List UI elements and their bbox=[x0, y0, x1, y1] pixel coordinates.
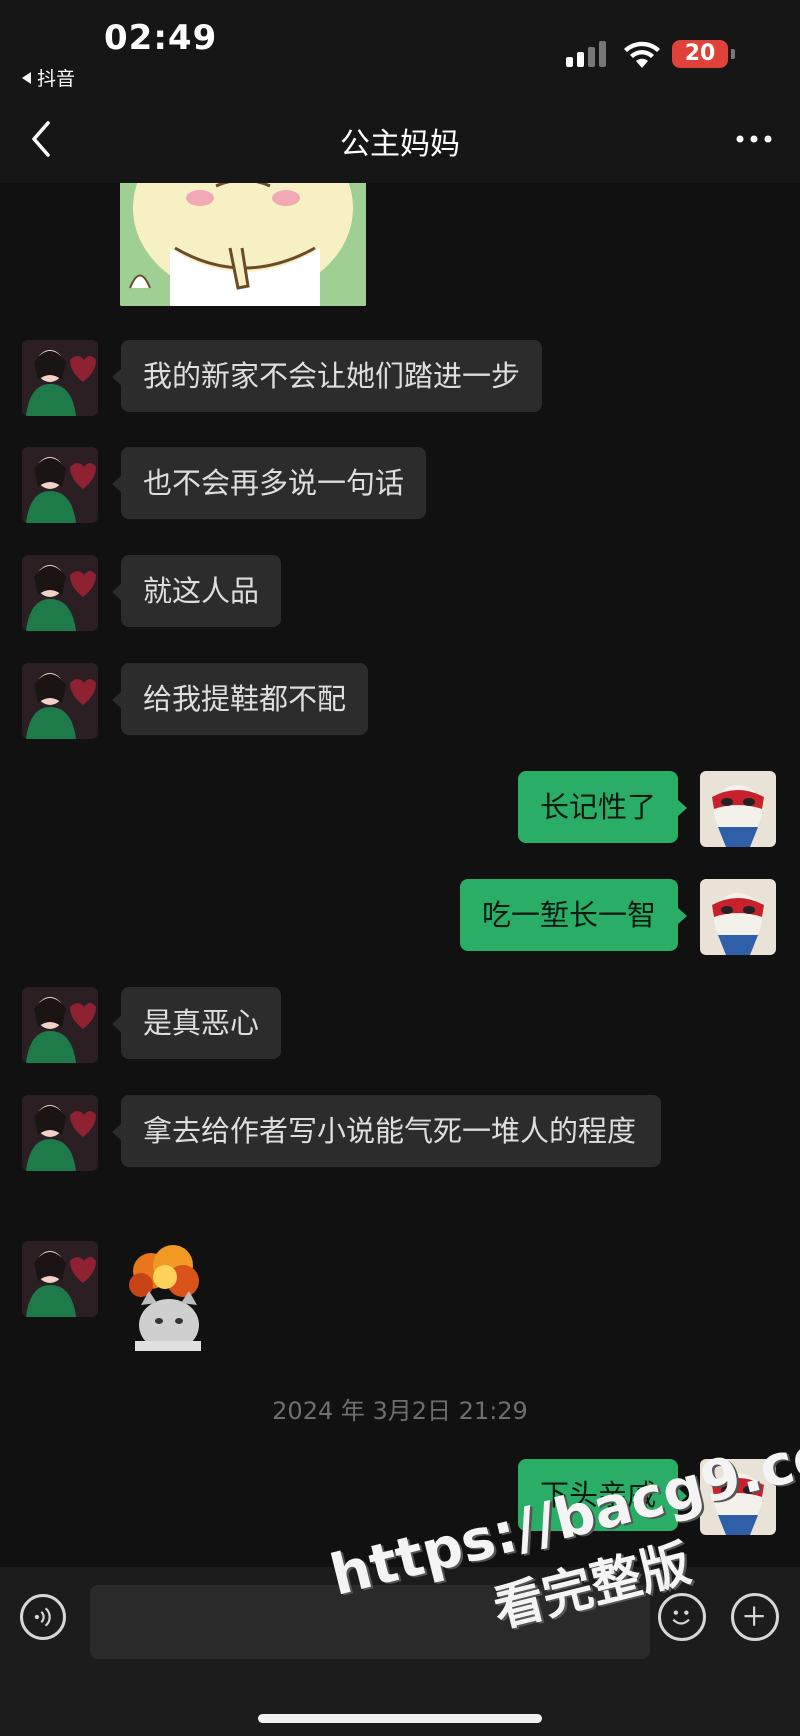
plus-icon[interactable] bbox=[731, 1593, 779, 1641]
contact-avatar[interactable] bbox=[22, 1241, 98, 1317]
battery-cap bbox=[731, 49, 735, 59]
contact-avatar[interactable] bbox=[22, 340, 98, 416]
input-bar bbox=[0, 1567, 800, 1736]
back-triangle-icon bbox=[22, 72, 31, 84]
message-input[interactable] bbox=[90, 1585, 650, 1659]
explosion-cat-sticker[interactable] bbox=[121, 1241, 211, 1351]
message-bubble-self[interactable]: 长记性了 bbox=[517, 771, 688, 843]
self-avatar[interactable] bbox=[700, 1459, 776, 1535]
chat-timestamp: 2024 年 3月2日 21:29 bbox=[272, 1397, 528, 1425]
battery-indicator: 20 bbox=[672, 40, 728, 68]
message-bubble[interactable]: 我的新家不会让她们踏进一步 bbox=[111, 340, 543, 412]
cartoon-sticker-image[interactable] bbox=[120, 183, 366, 306]
voice-icon[interactable] bbox=[20, 1594, 66, 1640]
back-app-label: 抖音 bbox=[37, 68, 76, 90]
more-dots-icon[interactable] bbox=[734, 121, 774, 157]
emoji-icon[interactable] bbox=[658, 1593, 706, 1641]
message-list[interactable]: 我的新家不会让她们踏进一步 也不会再多说一句话 就这人品 给我提鞋都不配 长记性… bbox=[0, 183, 800, 1567]
home-indicator[interactable] bbox=[258, 1714, 542, 1723]
contact-avatar[interactable] bbox=[22, 987, 98, 1063]
message-bubble[interactable]: 也不会再多说一句话 bbox=[111, 447, 427, 519]
chat-screen: 02:49 抖音 20 公主妈妈 我的新家不会让她们踏进一步 也不会再多说一句话… bbox=[0, 0, 800, 1736]
message-bubble-self[interactable]: 吃一堑长一智 bbox=[459, 879, 688, 951]
message-bubble[interactable]: 就这人品 bbox=[111, 555, 282, 627]
self-avatar[interactable] bbox=[700, 771, 776, 847]
contact-avatar[interactable] bbox=[22, 447, 98, 523]
nav-bar: 公主妈妈 bbox=[0, 95, 800, 183]
self-avatar[interactable] bbox=[700, 879, 776, 955]
contact-avatar[interactable] bbox=[22, 663, 98, 739]
message-bubble[interactable]: 是真恶心 bbox=[111, 987, 282, 1059]
wifi-icon bbox=[624, 41, 660, 68]
contact-avatar[interactable] bbox=[22, 555, 98, 631]
signal-icon bbox=[566, 41, 608, 67]
message-bubble[interactable]: 拿去给作者写小说能气死一堆人的程度 bbox=[112, 1095, 661, 1167]
status-bar: 02:49 抖音 20 bbox=[0, 0, 800, 95]
contact-avatar[interactable] bbox=[22, 1095, 98, 1171]
chat-title: 公主妈妈 bbox=[340, 127, 460, 162]
back-to-app-link[interactable]: 抖音 bbox=[22, 64, 75, 91]
status-time: 02:49 bbox=[104, 18, 218, 58]
message-bubble-self[interactable]: 下头亲戚 bbox=[517, 1459, 688, 1531]
message-bubble[interactable]: 给我提鞋都不配 bbox=[111, 663, 369, 735]
